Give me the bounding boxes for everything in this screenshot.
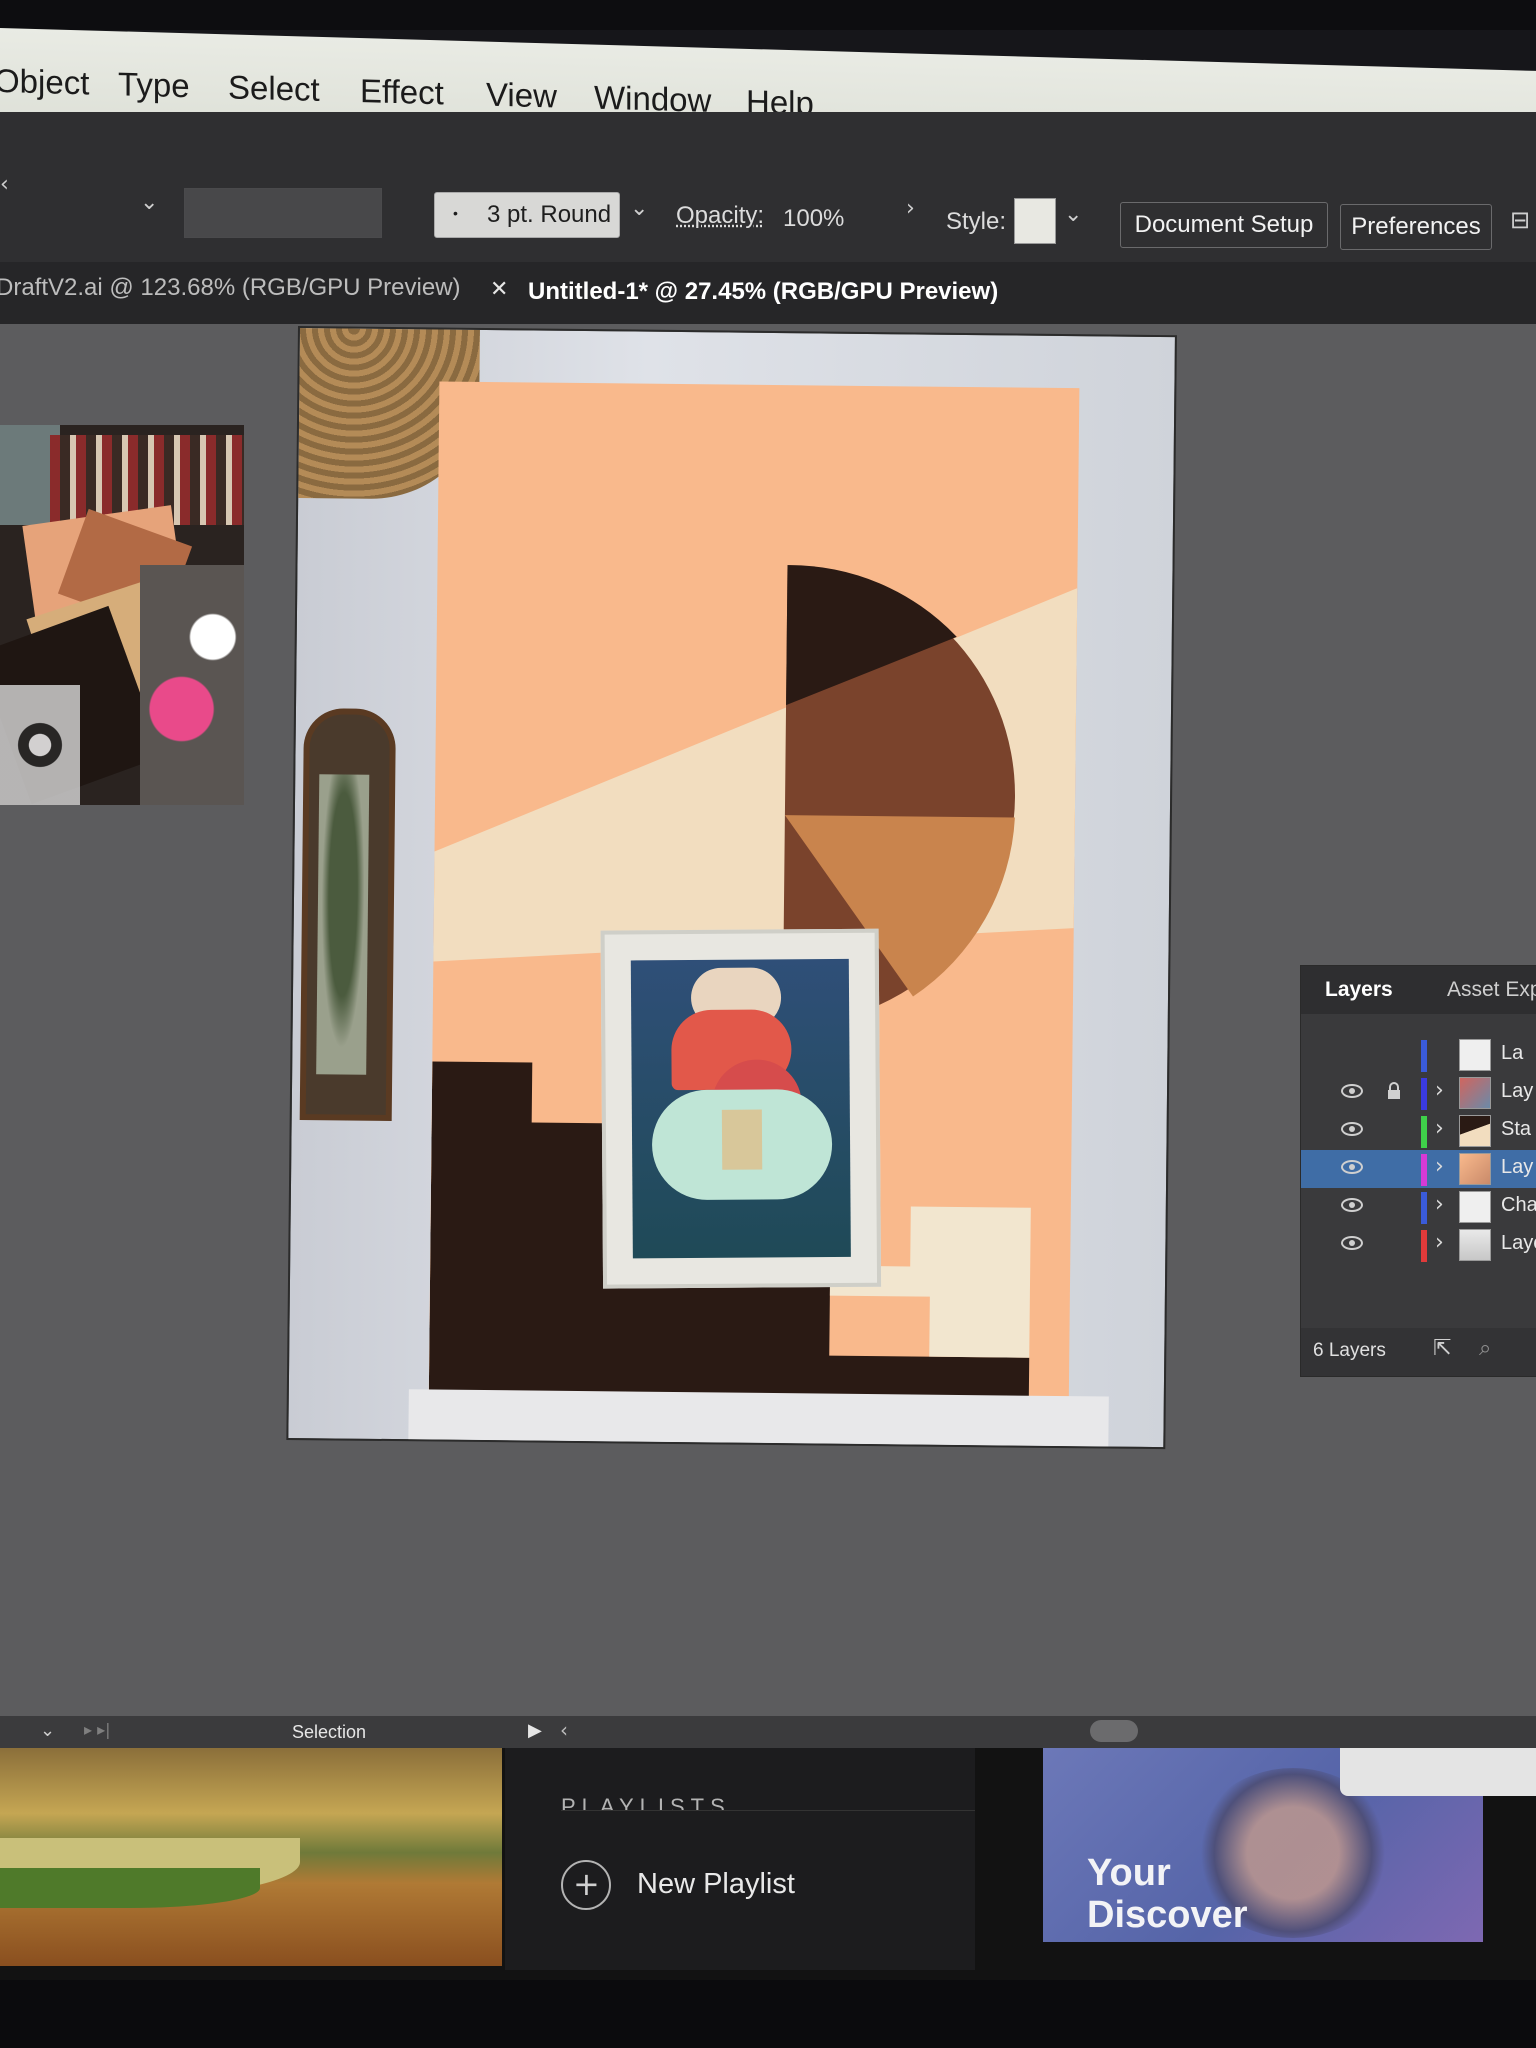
discover-title-line2: Discover (1087, 1894, 1248, 1936)
tab-asset-export[interactable]: Asset Exp (1447, 978, 1536, 1002)
chevron-down-icon[interactable]: ⌄ (40, 1720, 55, 1741)
layers-panel-header: Layers Asset Exp (1301, 966, 1536, 1014)
layer-name: Sta (1501, 1118, 1532, 1140)
layer-thumbnail (1459, 1153, 1491, 1185)
layer-color-tag (1421, 1040, 1427, 1072)
layer-color-tag (1421, 1154, 1427, 1186)
panel-menu-icon[interactable]: ⊟ (1510, 206, 1530, 234)
layer-thumbnail (1459, 1077, 1491, 1109)
stroke-profile-dropdown[interactable]: • 3 pt. Round (434, 192, 620, 238)
eye-icon[interactable] (1341, 1122, 1363, 1136)
discover-title-line1: Your (1087, 1852, 1171, 1894)
layer-color-tag (1421, 1116, 1427, 1148)
layer-name: Cha (1501, 1194, 1536, 1216)
layer-color-tag (1421, 1078, 1427, 1110)
stroke-weight-field[interactable] (184, 188, 382, 238)
monitor-bezel-bottom (0, 1980, 1536, 2048)
lock-icon[interactable] (1387, 1082, 1401, 1100)
layer-row[interactable]: › Laye (1301, 1226, 1536, 1264)
monitor-bezel-top (0, 0, 1536, 30)
layer-count: 6 Layers (1313, 1340, 1386, 1361)
tab-untitled-1[interactable]: Untitled-1* @ 27.45% (RGB/GPU Preview) (528, 278, 998, 306)
dot-icon: • (453, 205, 458, 221)
eye-icon[interactable] (1341, 1198, 1363, 1212)
control-bar: ‹ ⌄ • 3 pt. Round ⌄ Opacity: 100% › Styl… (0, 112, 1536, 270)
landscape-banner-image (0, 1748, 502, 1966)
framed-print (600, 928, 882, 1289)
tab-layers[interactable]: Layers (1325, 978, 1393, 1002)
opacity-label[interactable]: Opacity: (676, 202, 764, 230)
layer-name: Lay (1501, 1080, 1534, 1102)
notification-popup (1340, 1748, 1536, 1796)
playlists-heading: PLAYLISTS (561, 1794, 731, 1810)
status-bar: ⌄ ▸ ▸| Selection ▶ ‹ (0, 1716, 1536, 1748)
menu-object[interactable]: Object (0, 62, 89, 103)
document-tab-bar: DraftV2.ai @ 123.68% (RGB/GPU Preview) ✕… (0, 262, 1536, 324)
layer-row[interactable]: › Sta (1301, 1112, 1536, 1150)
opacity-field[interactable]: 100% (772, 196, 898, 242)
layer-color-tag (1421, 1192, 1427, 1224)
layers-list: La › Lay › Sta › Lay › Cha › Lay (1301, 1036, 1536, 1316)
chevron-down-icon[interactable]: ⌄ (630, 196, 648, 221)
chevron-left-icon[interactable]: ‹ (0, 172, 9, 197)
layer-color-tag (1421, 1230, 1427, 1262)
stroke-profile-label: 3 pt. Round (487, 201, 612, 228)
chevron-right-icon[interactable]: › (906, 196, 915, 221)
chair-base (408, 1389, 1109, 1447)
opacity-value: 100% (783, 205, 845, 232)
new-playlist-button[interactable]: New Playlist (637, 1868, 795, 1901)
export-icon[interactable]: ⇱ (1433, 1336, 1451, 1361)
layer-name: Laye (1501, 1232, 1536, 1254)
chevron-left-icon[interactable]: ‹ (560, 1718, 568, 1742)
artboard-untitled-1[interactable] (286, 326, 1177, 1450)
chevron-right-icon[interactable]: › (1435, 1078, 1444, 1103)
menu-select[interactable]: Select (228, 68, 320, 109)
menu-effect[interactable]: Effect (360, 72, 444, 112)
chevron-right-icon[interactable]: › (1435, 1230, 1444, 1255)
mirror (299, 708, 396, 1122)
eye-icon[interactable] (1341, 1084, 1363, 1098)
scrollbar-thumb[interactable] (1090, 1720, 1138, 1742)
side-collage-artwork[interactable] (0, 425, 244, 805)
chevron-right-icon[interactable]: › (1435, 1192, 1444, 1217)
layer-row[interactable]: › Cha (1301, 1188, 1536, 1226)
poster-artwork[interactable] (428, 381, 1080, 1437)
chevron-right-icon[interactable]: › (1435, 1154, 1444, 1179)
chevron-down-icon[interactable]: ⌄ (140, 190, 158, 215)
layer-row-selected[interactable]: › Lay (1301, 1150, 1536, 1188)
close-tab-icon[interactable]: ✕ (490, 276, 508, 302)
chevron-right-icon[interactable]: › (1435, 1116, 1444, 1141)
layer-thumbnail (1459, 1115, 1491, 1147)
layers-panel: Layers Asset Exp La › Lay › Sta › Lay › … (1300, 965, 1536, 1377)
layer-row[interactable]: › Lay (1301, 1074, 1536, 1112)
play-icon[interactable]: ▶ (528, 1720, 542, 1741)
next-artboard-icon[interactable]: ▸ ▸| (84, 1720, 111, 1739)
menu-type[interactable]: Type (118, 65, 190, 105)
style-swatch[interactable] (1014, 198, 1056, 244)
eye-icon[interactable] (1341, 1160, 1363, 1174)
tab-draftv2[interactable]: DraftV2.ai @ 123.68% (RGB/GPU Preview) (0, 274, 461, 302)
current-tool-label: Selection (292, 1722, 367, 1742)
layer-thumbnail (1459, 1039, 1491, 1071)
add-playlist-icon[interactable]: + (561, 1860, 611, 1910)
style-label: Style: (946, 208, 1007, 235)
document-setup-button[interactable]: Document Setup (1120, 202, 1328, 248)
preferences-button[interactable]: Preferences (1340, 204, 1492, 250)
search-icon[interactable]: ⌕ (1479, 1336, 1491, 1361)
layer-name: La (1501, 1042, 1524, 1064)
layer-thumbnail (1459, 1191, 1491, 1223)
layers-panel-footer: 6 Layers ⇱ ⌕ (1301, 1328, 1536, 1376)
playlists-panel: PLAYLISTS + New Playlist (505, 1748, 975, 1970)
divider (561, 1810, 975, 1811)
layer-row[interactable]: La (1301, 1036, 1536, 1074)
chevron-down-icon[interactable]: ⌄ (1064, 202, 1082, 227)
layer-thumbnail (1459, 1229, 1491, 1261)
layer-name: Lay (1501, 1156, 1534, 1178)
menu-view[interactable]: View (486, 76, 557, 116)
eye-icon[interactable] (1341, 1236, 1363, 1250)
